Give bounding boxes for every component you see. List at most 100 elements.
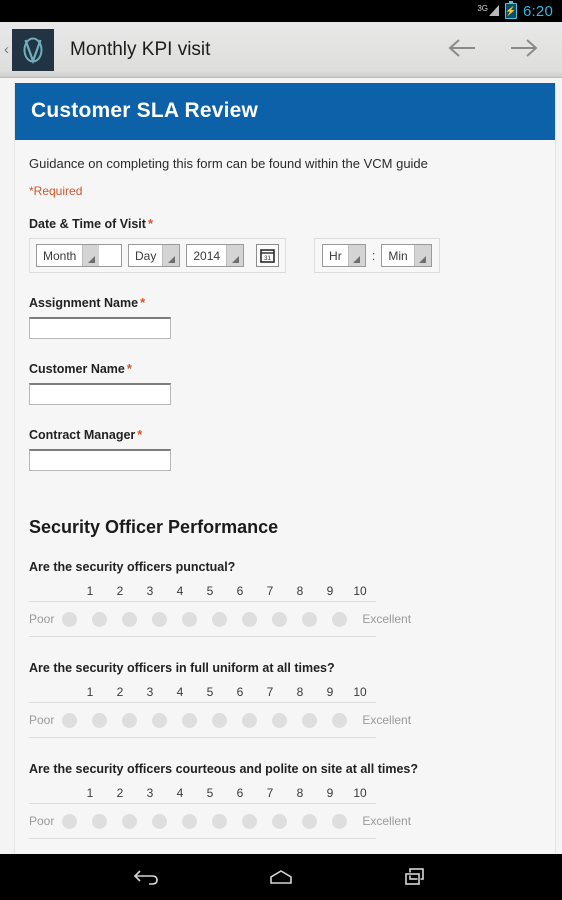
scale-number: 1 (86, 685, 94, 699)
rating-radio[interactable] (152, 813, 168, 829)
customer-name-label-text: Customer Name (29, 362, 125, 376)
scale-number: 2 (116, 584, 124, 598)
minute-select[interactable]: Min (381, 244, 432, 267)
back-glyph (133, 870, 158, 885)
signal-3g-icon: 3G (477, 5, 499, 17)
contract-manager-required-star: * (137, 427, 143, 442)
form-scroll-area[interactable]: Customer SLA Review Guidance on completi… (0, 78, 562, 854)
back-icon[interactable] (124, 857, 170, 897)
question-text: Are the security officers courteous and … (29, 762, 418, 776)
rating-radio[interactable] (242, 813, 258, 829)
scale-number: 6 (236, 584, 244, 598)
rating-radio[interactable] (152, 712, 168, 728)
svg-text:31: 31 (264, 256, 271, 262)
rating-radio[interactable] (122, 611, 138, 627)
app-logo-icon[interactable] (12, 28, 54, 71)
rating-radio[interactable] (152, 611, 168, 627)
day-select[interactable]: Day (128, 244, 181, 267)
rating-scale: 1 2 3 4 5 6 7 8 9 10 Poor Excellent (29, 584, 411, 637)
rating-radio[interactable] (332, 611, 348, 627)
rating-radio[interactable] (212, 611, 228, 627)
scale-number: 9 (326, 685, 334, 699)
nav-back-arrow-icon[interactable] (446, 37, 478, 63)
scale-number: 2 (116, 786, 124, 800)
recents-glyph (404, 868, 424, 886)
rating-radio[interactable] (272, 813, 288, 829)
month-select-chevron-icon (82, 245, 100, 266)
time-separator: : (371, 248, 376, 263)
android-nav-bar (0, 854, 562, 900)
guidance-text: Guidance on completing this form can be … (29, 156, 428, 171)
rating-scale: 1 2 3 4 5 6 7 8 9 10 Poor Excellent (29, 786, 411, 839)
contract-manager-input[interactable] (29, 449, 171, 471)
rating-radio[interactable] (122, 813, 138, 829)
arrow-right-glyph (511, 38, 538, 57)
scale-number: 10 (353, 584, 367, 598)
rating-radio[interactable] (122, 712, 138, 728)
contract-manager-label: Contract Manager * (29, 427, 541, 442)
hour-select-value: Hr (329, 248, 342, 263)
rating-scale-row: Poor Excellent (29, 601, 411, 637)
assignment-name-input[interactable] (29, 317, 171, 339)
arrow-left-glyph (448, 38, 475, 57)
scale-number: 2 (116, 685, 124, 699)
rating-radio[interactable] (272, 712, 288, 728)
signal-strength-triangle (489, 5, 499, 16)
time-picker-group: Hr : Min (314, 238, 440, 273)
scale-low-label: Poor (29, 612, 55, 626)
customer-name-label: Customer Name * (29, 361, 541, 376)
nav-forward-arrow-icon[interactable] (508, 37, 540, 63)
calendar-icon[interactable]: 31 (256, 244, 280, 267)
customer-name-input[interactable] (29, 383, 171, 405)
status-bar-right-cluster: 3G ⚡ 6:20 (477, 1, 553, 20)
assignment-name-label: Assignment Name * (29, 295, 541, 310)
rating-question: Are the security officers courteous and … (29, 762, 541, 839)
rating-radio[interactable] (92, 712, 108, 728)
scale-number: 8 (296, 786, 304, 800)
rating-radio[interactable] (92, 611, 108, 627)
status-bar-clock: 6:20 (523, 2, 553, 20)
rating-radio[interactable] (212, 813, 228, 829)
scale-high-label: Excellent (362, 612, 412, 626)
battery-bolt-glyph: ⚡ (505, 5, 517, 16)
year-select[interactable]: 2014 (186, 244, 245, 267)
datetime-row: Month Day 2014 31 Hr: Min (29, 238, 541, 273)
rating-radio[interactable] (182, 712, 198, 728)
rating-radio[interactable] (332, 712, 348, 728)
rating-radio[interactable] (302, 712, 318, 728)
scale-number: 8 (296, 685, 304, 699)
rating-radio[interactable] (62, 611, 78, 627)
scale-number: 1 (86, 786, 94, 800)
recents-icon[interactable] (392, 857, 438, 897)
up-caret-icon[interactable]: ‹ (0, 42, 11, 57)
rating-radio[interactable] (302, 813, 318, 829)
month-select[interactable]: Month (36, 244, 122, 267)
scale-number: 4 (176, 786, 184, 800)
scale-number: 3 (146, 685, 154, 699)
scale-number: 3 (146, 786, 154, 800)
day-select-value: Day (135, 248, 157, 263)
hour-select[interactable]: Hr (322, 244, 366, 267)
rating-radio[interactable] (92, 813, 108, 829)
rating-radio[interactable] (242, 611, 258, 627)
logo-v-glyph (23, 37, 43, 64)
scale-number: 4 (176, 685, 184, 699)
rating-radio[interactable] (182, 611, 198, 627)
section-title-security-officer-performance: Security Officer Performance (29, 517, 279, 537)
rating-radio[interactable] (62, 712, 78, 728)
scale-high-label: Excellent (362, 713, 412, 727)
datetime-required-star: * (147, 216, 153, 231)
rating-radio[interactable] (272, 611, 288, 627)
home-icon[interactable] (258, 857, 304, 897)
rating-radio[interactable] (332, 813, 348, 829)
rating-radio[interactable] (302, 611, 318, 627)
year-select-chevron-icon (226, 245, 244, 266)
battery-charging-icon: ⚡ (505, 1, 517, 19)
calendar-glyph: 31 (260, 249, 275, 263)
rating-radio[interactable] (182, 813, 198, 829)
rating-radio[interactable] (242, 712, 258, 728)
rating-radio[interactable] (62, 813, 78, 829)
rating-radio-group (54, 813, 354, 829)
rating-scale-row: Poor Excellent (29, 702, 411, 738)
rating-radio[interactable] (212, 712, 228, 728)
